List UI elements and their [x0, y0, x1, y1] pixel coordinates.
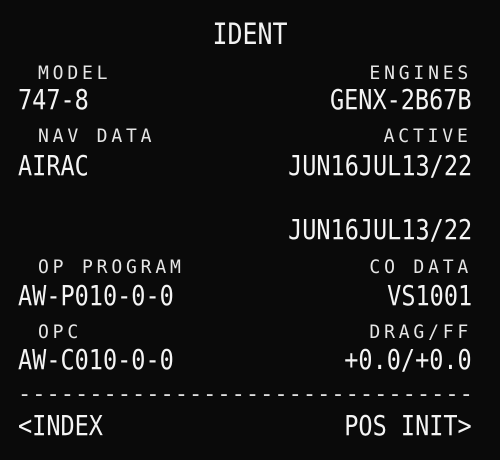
- model-label: MODEL: [38, 62, 112, 84]
- co-data-value[interactable]: VS1001: [387, 280, 472, 312]
- row-opprogram-codata-values: AW-P010-0-0 VS1001: [18, 280, 472, 316]
- drag-ff-value[interactable]: +0.0/+0.0: [345, 344, 472, 376]
- co-data-label: CO DATA: [369, 256, 472, 278]
- cdu-display: IDENT MODEL ENGINES 747-8 GENX-2B67B NAV…: [0, 0, 500, 460]
- divider-line: ------------------------------------: [18, 387, 472, 403]
- row-navdata-active-values: AIRAC JUN16JUL13/22: [18, 150, 472, 186]
- opc-label: OPC: [38, 321, 83, 343]
- row-model-engines-values: 747-8 GENX-2B67B: [18, 84, 472, 120]
- engines-label: ENGINES: [369, 62, 472, 84]
- engines-value[interactable]: GENX-2B67B: [330, 84, 472, 116]
- row-opc-dragff-values: AW-C010-0-0 +0.0/+0.0: [18, 344, 472, 380]
- active-label: ACTIVE: [383, 125, 472, 147]
- nav-data-value[interactable]: AIRAC: [18, 150, 89, 182]
- nav-data-label: NAV DATA: [38, 125, 156, 147]
- pos-init-button[interactable]: POS INIT>: [345, 410, 472, 442]
- row-navigation: <INDEX POS INIT>: [18, 410, 472, 446]
- active-database-value[interactable]: JUN16JUL13/22: [288, 150, 472, 182]
- model-value[interactable]: 747-8: [18, 84, 89, 116]
- opc-value[interactable]: AW-C010-0-0: [18, 344, 174, 376]
- inactive-database-value[interactable]: JUN16JUL13/22: [288, 214, 472, 246]
- row-inactive-database: JUN16JUL13/22: [18, 214, 472, 250]
- page-title: IDENT: [212, 17, 288, 51]
- op-program-label: OP PROGRAM: [38, 256, 185, 278]
- op-program-value[interactable]: AW-P010-0-0: [18, 280, 174, 312]
- drag-ff-label: DRAG/FF: [369, 321, 472, 343]
- index-button[interactable]: <INDEX: [18, 410, 103, 442]
